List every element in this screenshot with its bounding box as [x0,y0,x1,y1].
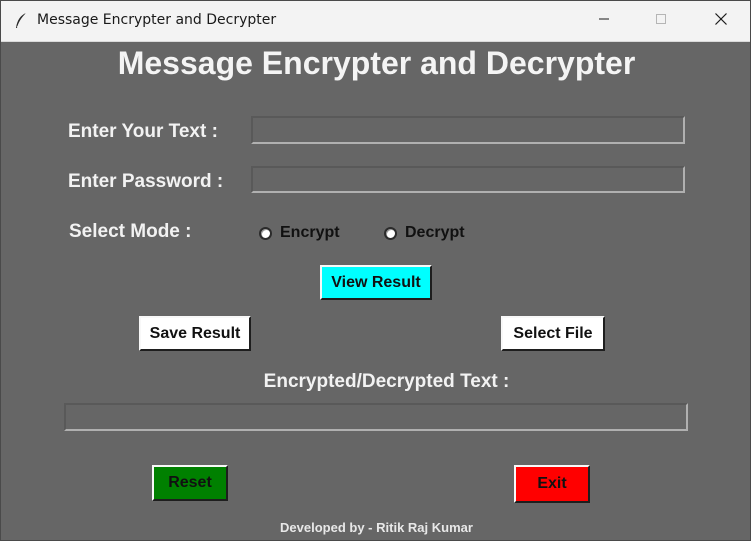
password-label: Enter Password : [68,171,224,192]
maximize-button[interactable] [638,1,684,41]
view-result-button[interactable]: View Result [320,265,432,300]
page-heading: Message Encrypter and Decrypter [117,45,636,81]
text-input[interactable] [251,116,685,144]
maximize-icon [655,12,667,30]
radio-button-icon [384,226,397,240]
encrypt-radio[interactable]: Encrypt [259,224,340,242]
text-label: Enter Your Text : [68,121,218,142]
footer-credit: Developed by - Ritik Raj Kumar [280,520,473,535]
exit-button[interactable]: Exit [514,465,590,503]
reset-button[interactable]: Reset [152,465,228,501]
window-title: Message Encrypter and Decrypter [37,12,277,28]
select-file-button[interactable]: Select File [501,316,605,351]
close-button[interactable] [698,1,744,41]
feather-icon [13,12,29,30]
password-input[interactable] [251,166,685,193]
radio-button-icon [259,226,272,240]
minimize-button[interactable] [581,1,627,41]
mode-label: Select Mode : [69,221,192,242]
result-label: Encrypted/Decrypted Text : [263,371,510,392]
title-bar: Message Encrypter and Decrypter [1,1,750,42]
decrypt-radio-label: Decrypt [405,224,465,241]
app-window: Message Encrypter and Decrypter Message … [0,0,751,541]
save-result-button[interactable]: Save Result [139,316,251,351]
encrypt-radio-label: Encrypt [280,224,340,241]
minimize-icon [598,12,610,30]
decrypt-radio[interactable]: Decrypt [384,224,465,242]
result-output[interactable] [64,403,688,431]
close-icon [714,12,728,31]
